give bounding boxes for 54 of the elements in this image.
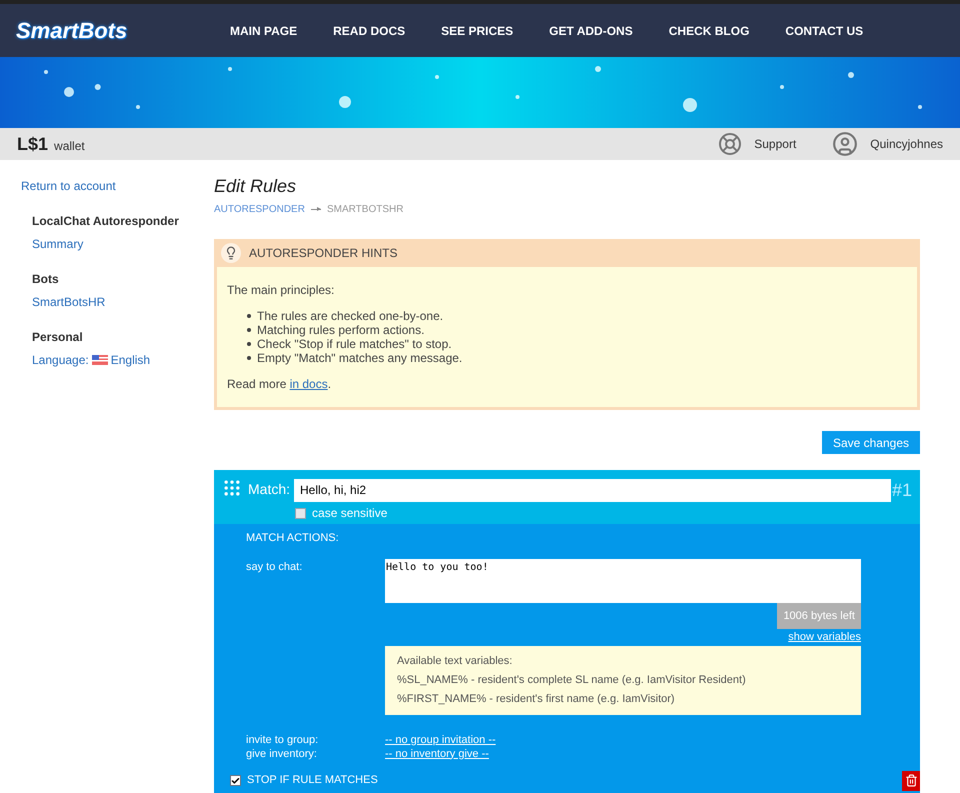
actions-title: MATCH ACTIONS:	[246, 531, 340, 546]
rule-number: #1	[892, 479, 912, 502]
hint-text: Matching rules perform actions.	[257, 323, 424, 337]
support-link[interactable]: Support	[754, 135, 796, 153]
user-icon	[832, 131, 858, 157]
balance: L$1	[17, 132, 48, 156]
variable-text: %FIRST_NAME% - resident's first name (e.g. IamVisitor)	[397, 692, 676, 706]
nav-link[interactable]: READ DOCS	[333, 22, 406, 40]
say-label: say to chat:	[246, 560, 304, 574]
breadcrumb-item: SMARTBOTSHR	[326, 203, 404, 217]
hint-text: Check "Stop if rule matches" to stop.	[257, 337, 452, 351]
language-link[interactable]: English	[110, 351, 150, 369]
hint-text: Empty "Match" matches any message.	[257, 351, 462, 365]
nav-link[interactable]: SEE PRICES	[441, 22, 514, 40]
username-link[interactable]: Quincyjohnes	[870, 135, 943, 153]
read-more-text: Read more in docs.	[227, 376, 332, 393]
sidebar-heading: Personal	[32, 329, 84, 346]
sidebar-link[interactable]: SmartBotsHR	[32, 293, 214, 311]
return-link[interactable]: Return to account	[21, 177, 214, 195]
bytes-left: 1006 bytes left	[777, 602, 861, 629]
say-input[interactable]: Hello to you too!	[385, 558, 861, 602]
hints-title: AUTORESPONDER HINTS	[249, 245, 398, 262]
case-checkbox[interactable]	[295, 508, 306, 518]
balance-label: wallet	[54, 138, 85, 155]
inventory-label: give inventory:	[246, 746, 318, 760]
stop-checkbox[interactable]	[230, 775, 241, 786]
stop-label: STOP IF RULE MATCHES	[247, 773, 378, 788]
bullet-icon	[247, 328, 251, 332]
bullet-icon	[247, 314, 251, 318]
sidebar-link[interactable]: Summary	[32, 235, 214, 253]
docs-link[interactable]: in docs	[290, 377, 328, 391]
variable-text: %SL_NAME% - resident's complete SL name (e.g. IamVisitor Resident)	[397, 672, 747, 688]
logo[interactable]: SmartBots	[16, 14, 216, 47]
sidebar-heading: Bots	[32, 271, 60, 288]
nav-link[interactable]: GET ADD-ONS	[549, 22, 633, 40]
variable-text: Available text variables:	[397, 654, 514, 668]
lifebuoy-icon	[718, 132, 742, 156]
invite-label: invite to group:	[246, 732, 320, 746]
nav-link[interactable]: MAIN PAGE	[230, 22, 298, 40]
case-label: case sensitive	[312, 505, 388, 522]
nav-link[interactable]: CHECK BLOG	[668, 22, 750, 40]
language-label: Language:	[32, 352, 89, 369]
bullet-icon	[247, 342, 251, 346]
page-title: Edit Rules	[214, 175, 298, 198]
sidebar-heading: LocalChat Autoresponder	[32, 213, 180, 230]
flag-icon	[92, 355, 108, 365]
hint-text: The rules are checked one-by-one.	[257, 309, 444, 323]
lightbulb-icon	[221, 243, 241, 263]
hints-intro: The main principles:	[227, 282, 336, 299]
nav-link[interactable]: CONTACT US	[785, 22, 864, 40]
delete-button[interactable]	[902, 770, 920, 790]
bullet-icon	[247, 356, 251, 360]
match-input[interactable]: Hello, hi, hi2	[294, 478, 892, 502]
match-label: Match:	[248, 480, 290, 499]
